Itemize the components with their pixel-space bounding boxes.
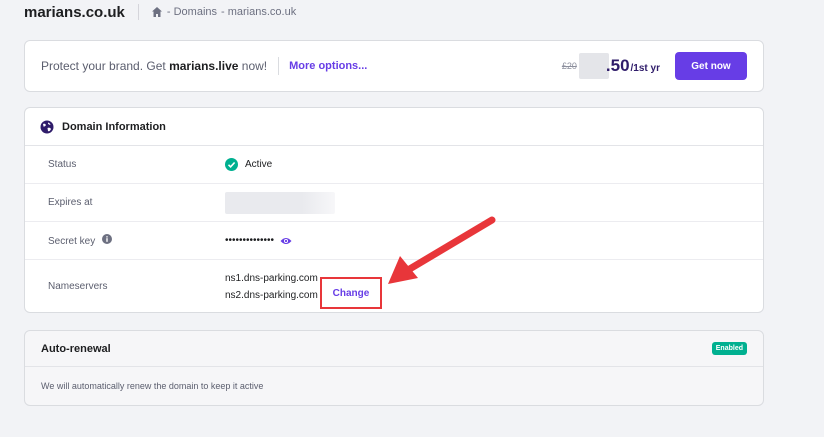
change-nameservers-button[interactable]: Change [320,277,382,309]
price-period: /1st yr [630,62,660,74]
status-text: Active [245,159,273,170]
annotation-arrow-icon [388,216,496,284]
domain-information-title: Domain Information [62,120,166,133]
promo-domain: marians.live [169,59,239,73]
nameserver-2: ns2.dns-parking.com [225,290,318,301]
status-value: Active [225,158,272,171]
promo-prefix: Protect your brand. Get [41,59,170,73]
price-block: £20 .50 /1st yr Get now [562,52,747,80]
auto-renewal-card: Auto-renewal Enabled We will automatical… [24,330,764,406]
nameserver-1: ns1.dns-parking.com [225,273,318,284]
expires-redaction [225,191,335,214]
breadcrumb: - Domains - marians.co.uk [151,6,300,18]
domain-information-header: Domain Information [25,108,763,146]
old-price: £20 [561,61,577,71]
auto-renewal-description: We will automatically renew the domain t… [41,381,264,391]
secret-key-masked: •••••••••••••• [225,235,275,246]
secret-key-value: •••••••••••••• [225,235,292,246]
status-label: Status [48,159,77,170]
expires-value [225,191,335,214]
secret-key-label-text: Secret key [48,236,96,247]
info-icon[interactable] [102,234,113,244]
breadcrumb-domains[interactable]: - Domains [167,6,217,18]
secret-key-label: Secret key [48,234,113,247]
price-redaction [578,53,609,79]
auto-renewal-header: Auto-renewal Enabled [25,331,763,367]
home-icon[interactable] [151,6,163,18]
enabled-badge: Enabled [711,342,747,355]
status-row: Status Active [25,146,763,184]
eye-icon[interactable] [280,236,292,246]
nameservers-label: Nameservers [48,281,108,292]
breadcrumb-divider [137,4,139,20]
top-bar: marians.co.uk - Domains - marians.co.uk [24,0,300,24]
price: .50 [605,56,630,75]
check-circle-icon [225,158,238,171]
promo-suffix: now! [238,59,268,73]
expires-label: Expires at [48,197,93,208]
promo-divider [278,57,280,75]
breadcrumb-current: - marians.co.uk [221,6,297,18]
get-now-button[interactable]: Get now [675,52,747,80]
site-title: marians.co.uk [24,3,125,21]
more-options-link[interactable]: More options... [289,60,367,72]
promo-banner: Protect your brand. Get marians.live now… [24,40,764,92]
globe-icon [40,120,54,133]
auto-renewal-title: Auto-renewal [41,342,111,355]
promo-text: Protect your brand. Get marians.live now… [41,59,267,73]
